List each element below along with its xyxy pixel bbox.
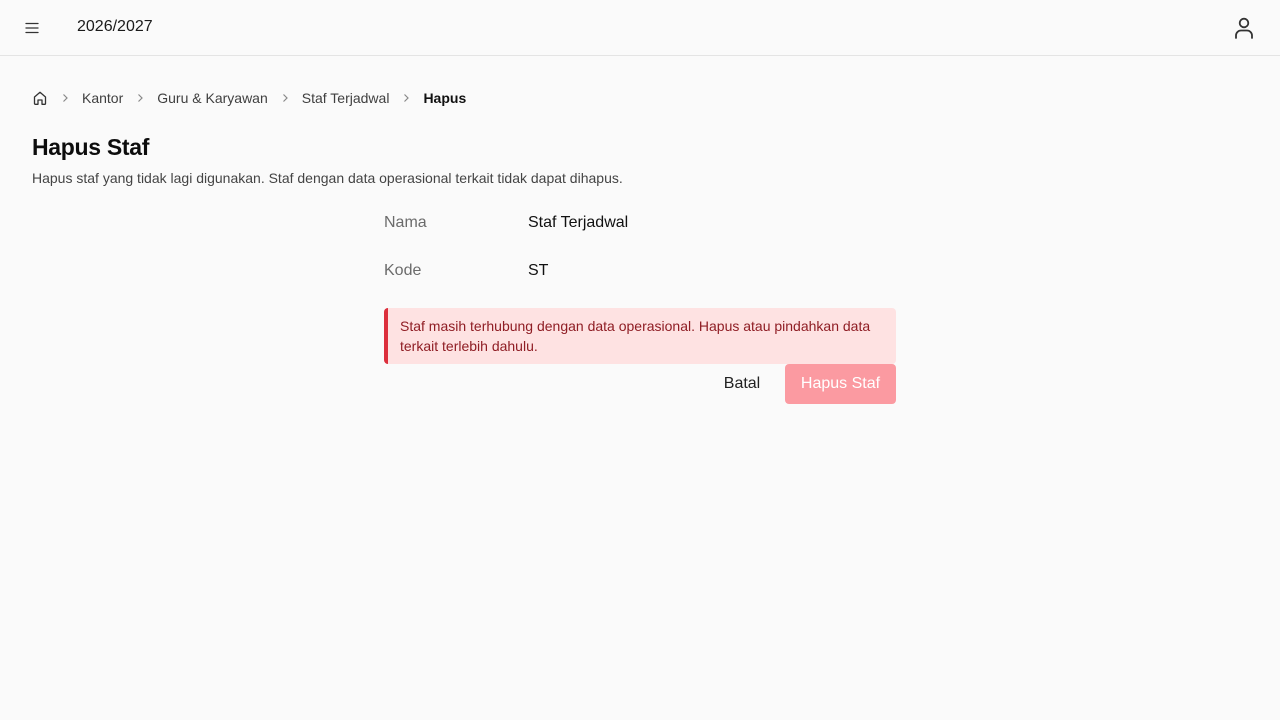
alert-message: Staf masih terhubung dengan data operasi… xyxy=(400,318,871,354)
code-label: Kode xyxy=(384,262,422,279)
name-label: Nama xyxy=(384,214,427,231)
breadcrumb-item-guru-karyawan[interactable]: Guru & Karyawan xyxy=(157,90,268,106)
chevron-right-icon xyxy=(400,92,412,104)
academic-year-selector[interactable]: 2026/2027 xyxy=(77,18,153,36)
page-title: Hapus Staf xyxy=(32,134,150,160)
page-description: Hapus staf yang tidak lagi digunakan. St… xyxy=(32,170,623,186)
cancel-button[interactable]: Batal xyxy=(712,364,772,404)
breadcrumb-home[interactable] xyxy=(32,90,48,106)
top-app-bar: 2026/2027 xyxy=(0,0,1280,56)
code-value: ST xyxy=(528,262,549,279)
home-icon xyxy=(33,91,47,105)
delete-staff-button[interactable]: Hapus Staf xyxy=(785,364,896,404)
hamburger-menu-icon xyxy=(25,22,39,34)
user-account-button[interactable] xyxy=(1232,16,1256,40)
error-alert: Staf masih terhubung dengan data operasi… xyxy=(384,308,896,364)
user-icon xyxy=(1235,17,1253,39)
breadcrumb-current: Hapus xyxy=(423,90,467,106)
chevron-right-icon xyxy=(59,92,71,104)
chevron-right-icon xyxy=(134,92,146,104)
chevron-right-icon xyxy=(279,92,291,104)
name-value: Staf Terjadwal xyxy=(528,214,629,231)
breadcrumb: Kantor Guru & Karyawan Staf Terjadwal Ha… xyxy=(32,88,466,108)
menu-button[interactable] xyxy=(20,16,44,40)
breadcrumb-item-staf-terjadwal[interactable]: Staf Terjadwal xyxy=(302,90,390,106)
breadcrumb-item-kantor[interactable]: Kantor xyxy=(82,90,123,106)
